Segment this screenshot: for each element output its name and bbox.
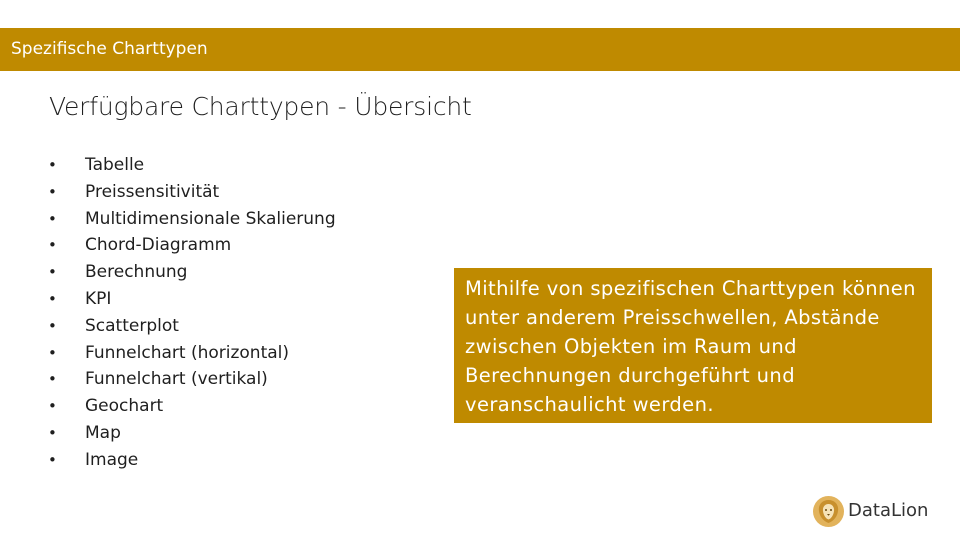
bullet-icon: • — [48, 289, 57, 308]
list-item-label: Berechnung — [85, 262, 188, 283]
lion-head-icon — [813, 496, 844, 527]
bullet-icon: • — [48, 209, 57, 228]
list-item-label: Image — [85, 449, 139, 470]
list-item-label: Funnelchart (vertikal) — [85, 369, 268, 390]
list-item-label: Geochart — [85, 396, 164, 417]
list-item-label: Scatterplot — [85, 315, 179, 336]
list-item-label: Map — [85, 422, 121, 443]
logo-text: DataLion — [848, 500, 929, 521]
header-title: Spezifische Charttypen — [11, 39, 208, 59]
callout-box: Mithilfe von spezifischen Charttypen kön… — [454, 268, 932, 423]
list-item-label: KPI — [85, 288, 112, 309]
list-item-label: Chord-Diagramm — [85, 235, 232, 256]
bullet-icon: • — [48, 450, 57, 469]
bullet-icon: • — [48, 316, 57, 335]
bullet-icon: • — [48, 397, 57, 416]
callout-text: Mithilfe von spezifischen Charttypen kön… — [465, 277, 916, 416]
list-item-label: Multidimensionale Skalierung — [85, 208, 336, 229]
bullet-icon: • — [48, 156, 57, 174]
bullet-icon: • — [48, 423, 57, 442]
bullet-icon: • — [48, 370, 57, 389]
list-item-label: Funnelchart (horizontal) — [85, 342, 290, 363]
bullet-icon: • — [48, 182, 57, 201]
bullet-icon: • — [48, 236, 57, 255]
list-item-label: Tabelle — [85, 155, 145, 175]
bullet-icon: • — [48, 263, 57, 282]
list-item-label: Preissensitivität — [85, 181, 220, 202]
header-bar: Spezifische Charttypen — [0, 28, 960, 71]
slide-title: Verfügbare Charttypen - Übersicht — [49, 92, 472, 121]
bullet-icon: • — [48, 343, 57, 362]
